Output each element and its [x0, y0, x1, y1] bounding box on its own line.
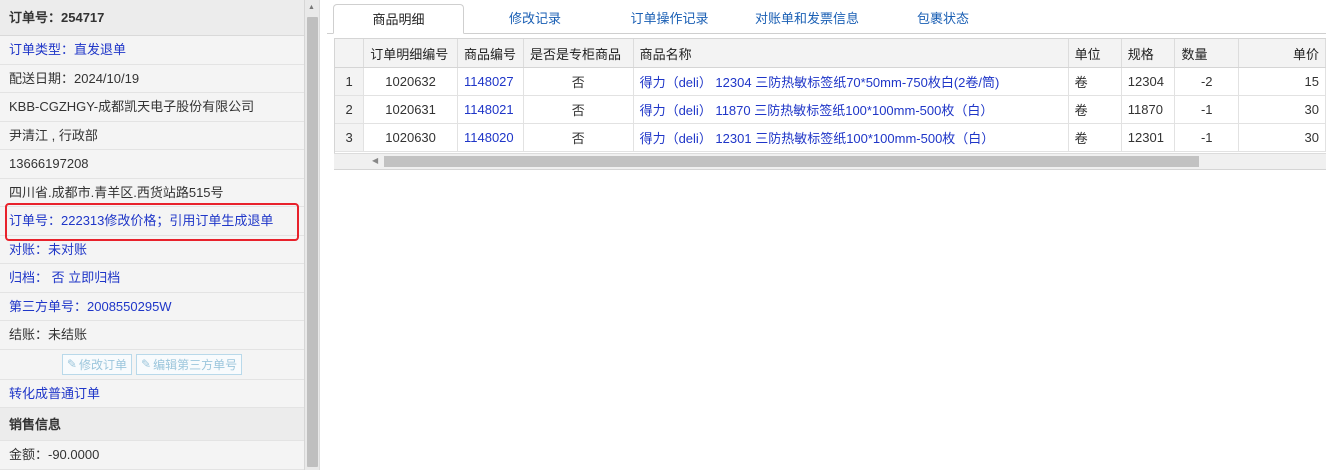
col-header-unit-price[interactable]: 单价	[1238, 39, 1326, 68]
grid-header-row: 订单明细编号 商品编号 是否是专柜商品 商品名称 单位 规格 数量 单价	[335, 39, 1326, 68]
table-row[interactable]: 2 1020631 1148021 否 得力（deli） 11870 三防热敏标…	[335, 95, 1326, 124]
modify-order-button[interactable]: ✎ 修改订单	[61, 353, 132, 375]
edit-icon: ✎	[141, 357, 152, 371]
settlement-status: 结账：未结账	[0, 321, 304, 350]
col-header-counter-product[interactable]: 是否是专柜商品	[523, 39, 634, 68]
unit-price: 15	[1238, 67, 1326, 96]
unit: 卷	[1068, 67, 1122, 96]
action-buttons: ✎ 修改订单 ✎ 编辑第三方单号	[0, 350, 304, 380]
delivery-date: 配送日期：2024/10/19	[0, 65, 304, 93]
tab-product-details[interactable]: 商品明细	[333, 4, 464, 34]
order-type: 订单类型：直发退单	[0, 36, 304, 65]
row-index: 1	[335, 67, 365, 96]
col-header-product-name[interactable]: 商品名称	[633, 39, 1069, 68]
scroll-left-icon[interactable]: ◀	[372, 156, 378, 165]
col-header-unit[interactable]: 单位	[1068, 39, 1122, 68]
amount: 金额：-90.0000	[0, 441, 304, 470]
archive-status[interactable]: 归档： 否 立即归档	[0, 264, 304, 293]
product-no-link[interactable]: 1148021	[457, 95, 524, 124]
sales-info-section: 销售信息	[0, 408, 304, 441]
order-number-header: 订单号：254717	[0, 0, 304, 36]
detail-no: 1020632	[363, 67, 458, 96]
spec: 12304	[1121, 67, 1176, 96]
table-row[interactable]: 3 1020630 1148020 否 得力（deli） 12301 三防热敏标…	[335, 123, 1326, 152]
unit: 卷	[1068, 123, 1122, 152]
quantity: -2	[1174, 67, 1239, 96]
row-index: 2	[335, 95, 365, 124]
detail-no: 1020630	[363, 123, 458, 152]
counter-product: 否	[523, 123, 634, 152]
order-detail-area: 商品明细 修改记录 订单操作记录 对账单和发票信息 包裹状态 订单明细编号 商品…	[327, 0, 1326, 470]
product-no-link[interactable]: 1148027	[457, 67, 524, 96]
product-no-link[interactable]: 1148020	[457, 123, 524, 152]
contact-department: 尹清江 , 行政部	[0, 122, 304, 150]
phone-number: 13666197208	[0, 150, 304, 179]
third-party-order-no: 第三方单号：2008550295W	[0, 293, 304, 321]
convert-to-normal-order-link[interactable]: 转化成普通订单	[0, 380, 304, 408]
col-header-quantity[interactable]: 数量	[1174, 39, 1239, 68]
row-index: 3	[335, 123, 365, 152]
table-row[interactable]: 1 1020632 1148027 否 得力（deli） 12304 三防热敏标…	[335, 67, 1326, 96]
product-name-link[interactable]: 得力（deli） 11870 三防热敏标签纸100*100mm-500枚（白）	[633, 95, 1069, 124]
scroll-thumb[interactable]	[384, 156, 1199, 167]
tab-order-operation-log[interactable]: 订单操作记录	[617, 4, 722, 33]
scroll-up-icon[interactable]: ▲	[308, 4, 315, 11]
product-name-link[interactable]: 得力（deli） 12304 三防热敏标签纸70*50mm-750枚白(2卷/筒…	[633, 67, 1069, 96]
address: 四川省.成都市.青羊区.西货站路515号	[0, 179, 304, 207]
col-header-spec[interactable]: 规格	[1121, 39, 1176, 68]
detail-no: 1020631	[363, 95, 458, 124]
tab-statement-invoice[interactable]: 对账单和发票信息	[745, 4, 869, 33]
unit-price: 30	[1238, 123, 1326, 152]
unit-price: 30	[1238, 95, 1326, 124]
tab-package-status[interactable]: 包裹状态	[897, 4, 989, 33]
col-header-product-no[interactable]: 商品编号	[457, 39, 524, 68]
edit-third-party-button[interactable]: ✎ 编辑第三方单号	[136, 353, 243, 375]
unit: 卷	[1068, 95, 1122, 124]
scroll-thumb[interactable]	[307, 17, 318, 467]
order-remark: 订单号：222313修改价格；引用订单生成退单	[0, 207, 304, 236]
quantity: -1	[1174, 123, 1239, 152]
quantity: -1	[1174, 95, 1239, 124]
counter-product: 否	[523, 95, 634, 124]
order-info-panel: 订单号：254717 订单类型：直发退单 配送日期：2024/10/19 KBB…	[0, 0, 305, 470]
product-detail-grid: 订单明细编号 商品编号 是否是专柜商品 商品名称 单位 规格 数量 单价 1 1…	[334, 38, 1326, 170]
counter-product: 否	[523, 67, 634, 96]
col-header-detail-no[interactable]: 订单明细编号	[363, 39, 458, 68]
grid-horizontal-scrollbar[interactable]: ◀	[334, 153, 1326, 170]
edit-icon: ✎	[66, 357, 77, 371]
tab-bar: 商品明细 修改记录 订单操作记录 对账单和发票信息 包裹状态	[327, 0, 1326, 34]
col-header-index	[335, 39, 365, 68]
spec: 12301	[1121, 123, 1176, 152]
spec: 11870	[1121, 95, 1176, 124]
product-name-link[interactable]: 得力（deli） 12301 三防热敏标签纸100*100mm-500枚（白）	[633, 123, 1069, 152]
customer-company: KBB-CGZHGY-成都凯天电子股份有限公司	[0, 93, 304, 122]
reconcile-status[interactable]: 对账：未对账	[0, 236, 304, 264]
left-panel-scrollbar[interactable]: ▲	[305, 0, 320, 470]
tab-modify-log[interactable]: 修改记录	[489, 4, 581, 33]
